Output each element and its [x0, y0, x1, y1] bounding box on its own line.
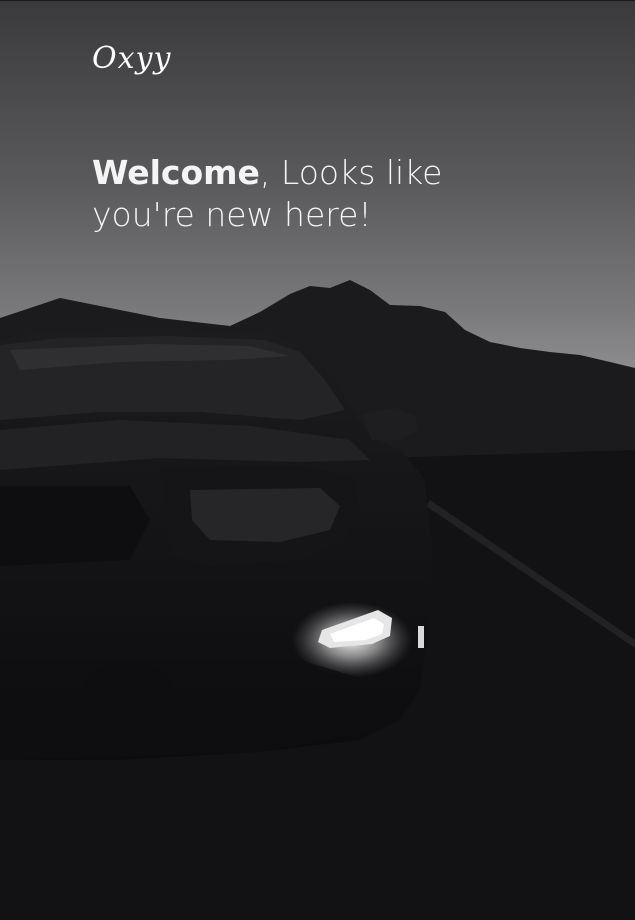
brand-logo: Oxyy: [92, 41, 172, 76]
welcome-headline: Welcome, Looks like you're new here!: [92, 152, 512, 236]
headline-strong: Welcome: [92, 153, 260, 192]
welcome-screen: Oxyy Welcome, Looks like you're new here…: [0, 0, 635, 920]
car-background-image: [0, 280, 635, 920]
grille: [0, 486, 150, 566]
